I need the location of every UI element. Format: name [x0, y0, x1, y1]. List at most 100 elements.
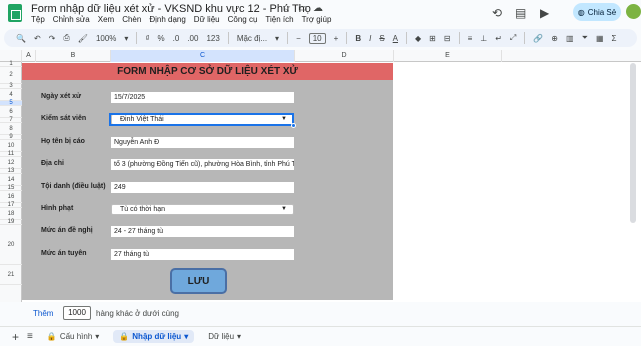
menu-format[interactable]: Định dạng	[149, 15, 185, 24]
sheet-tab-bar: + ≡ 🔒 Cấu hình ▾ 🔒 Nhập dữ liệu ▾ Dữ liệ…	[0, 326, 641, 346]
verdict-field[interactable]: 27 tháng tù	[111, 249, 294, 260]
charge-field[interactable]: 249	[111, 182, 294, 193]
increase-decimal-button[interactable]: .00	[187, 34, 198, 43]
row-header-21[interactable]: 21	[0, 265, 22, 285]
horizontal-align-icon[interactable]: ≡	[468, 34, 473, 43]
add-rows-suffix: hàng khác ở dưới cùng	[96, 309, 180, 318]
defendant-name-field[interactable]: Nguyễn Anh Đ	[111, 137, 294, 148]
row-header-2[interactable]: 2	[0, 67, 22, 84]
star-icon[interactable]: ☆	[282, 3, 291, 14]
meet-video-icon[interactable]: ▶	[540, 6, 549, 20]
menu-data[interactable]: Dữ liệu	[194, 15, 220, 24]
column-header-d[interactable]: D	[295, 50, 394, 62]
field-label-prosecutor: Kiểm sát viên	[41, 115, 87, 122]
borders-icon[interactable]: ⊞	[429, 34, 436, 43]
menu-edit[interactable]: Chỉnh sửa	[53, 15, 90, 24]
text-wrap-icon[interactable]: ↵	[495, 34, 502, 43]
field-label-verdict: Mức án tuyên	[41, 250, 87, 257]
sheet-tab-label: Dữ liệu	[208, 332, 235, 341]
sheet-tab-data-entry[interactable]: 🔒 Nhập dữ liệu ▾	[113, 330, 195, 343]
paint-format-icon[interactable]: 🖌	[78, 34, 88, 43]
menu-extensions[interactable]: Tiện ích	[265, 15, 293, 24]
save-button[interactable]: LƯU	[170, 268, 227, 294]
form-title: FORM NHẬP CƠ SỞ DỮ LIỆU XÉT XỬ	[22, 63, 393, 80]
penalty-dropdown[interactable]: Tù có thời hạn ▼	[111, 204, 294, 215]
proposed-sentence-field[interactable]: 24 - 27 tháng tù	[111, 226, 294, 237]
text-rotation-icon[interactable]: ⤢	[510, 33, 516, 43]
column-header-f[interactable]	[502, 50, 641, 62]
add-sheet-icon[interactable]: +	[12, 330, 19, 344]
document-title[interactable]: Form nhập dữ liệu xét xử - VKSND khu vực…	[31, 3, 311, 15]
all-sheets-icon[interactable]: ≡	[27, 331, 33, 342]
merge-cells-icon[interactable]: ⊟	[444, 34, 451, 43]
functions-icon[interactable]: Σ	[612, 34, 617, 43]
column-header: A B C D E	[0, 50, 641, 62]
field-label-charge: Tội danh (điều luật)	[41, 183, 106, 190]
column-header-a[interactable]: A	[22, 50, 36, 62]
toolbar: 🔍 ↶ ↷ ⎙ 🖌 100% ▾ ₫ % .0 .00 123 Mặc đị..…	[4, 29, 637, 47]
chevron-down-icon: ▾	[184, 332, 189, 341]
menu-view[interactable]: Xem	[98, 15, 114, 24]
fill-handle[interactable]	[291, 123, 296, 128]
sheet-tab-data[interactable]: Dữ liệu ▾	[202, 330, 247, 343]
currency-format-button[interactable]: ₫	[145, 34, 149, 43]
filter-icon[interactable]: ⏷	[582, 33, 588, 43]
insert-link-icon[interactable]: 🔗	[533, 34, 543, 43]
chevron-down-icon: ▾	[95, 332, 100, 341]
column-header-c[interactable]: C	[111, 50, 295, 62]
row-header-20[interactable]: 20	[0, 225, 22, 265]
row-header: 1 2 3 4 5 6 7 8 9 10 11 12 13 14 15 16 17 18 19 20 21	[0, 61, 22, 302]
title-bar: Form nhập dữ liệu xét xử - VKSND khu vực…	[0, 0, 641, 26]
share-button[interactable]: ◍ Chia Sẻ	[573, 3, 621, 21]
bold-icon[interactable]: B	[355, 34, 361, 43]
number-format-button[interactable]: 123	[206, 34, 219, 43]
insert-comment-icon[interactable]: ⊕	[551, 34, 558, 43]
cloud-status-icon[interactable]: ☁	[313, 3, 323, 14]
history-icon[interactable]: ⟲	[492, 6, 502, 20]
chevron-down-icon: ▾	[237, 332, 242, 341]
sheet-grid: A B C D E 1 2 3 4 5 6 7 8 9 10 11 12 13 14 15 16 17 18 19 2…	[0, 50, 641, 302]
move-folder-icon[interactable]: ▭	[298, 3, 307, 14]
address-field[interactable]: tổ 3 (phường Đồng Tiến cũ), phường Hòa B…	[111, 159, 294, 170]
lock-icon: 🔒	[119, 332, 130, 341]
column-header-e[interactable]: E	[394, 50, 502, 62]
menu-insert[interactable]: Chèn	[122, 15, 141, 24]
toolbar-divider	[227, 32, 229, 44]
globe-icon: ◍	[577, 7, 585, 17]
toolbar-divider	[524, 32, 526, 44]
avatar[interactable]	[626, 4, 641, 19]
vertical-scrollbar[interactable]	[630, 63, 636, 223]
menu-file[interactable]: Tệp	[31, 15, 45, 24]
undo-icon[interactable]: ↶	[34, 34, 41, 43]
comment-icon[interactable]: ▤	[515, 6, 526, 20]
add-rows-button[interactable]: Thêm	[33, 309, 53, 318]
column-header-b[interactable]: B	[36, 50, 111, 62]
sheets-logo-icon[interactable]	[8, 4, 22, 22]
chevron-down-icon: ▾	[124, 33, 129, 43]
field-label-proposed-sentence: Mức án đề nghị	[41, 227, 93, 234]
add-rows-count-input[interactable]: 1000	[63, 306, 91, 320]
fill-color-icon[interactable]: ◆	[415, 34, 421, 43]
percent-format-button[interactable]: %	[158, 34, 165, 43]
font-size-decrease-button[interactable]: −	[296, 34, 301, 43]
date-field[interactable]: 15/7/2025	[111, 92, 294, 103]
text-color-icon[interactable]: A	[393, 34, 398, 43]
sheet-tab-config[interactable]: 🔒 Cấu hình ▾	[41, 330, 105, 343]
filter-views-icon[interactable]: ▦	[596, 34, 604, 43]
toolbar-divider	[406, 32, 408, 44]
font-select[interactable]: Mặc đị...	[237, 34, 267, 43]
decrease-decimal-button[interactable]: .0	[173, 34, 180, 43]
italic-icon[interactable]: I	[369, 34, 371, 43]
redo-icon[interactable]: ↷	[49, 34, 56, 43]
print-icon[interactable]: ⎙	[63, 33, 69, 43]
field-label-penalty: Hình phạt	[41, 205, 74, 212]
insert-chart-icon[interactable]: ▥	[566, 34, 574, 43]
vertical-align-icon[interactable]: ⊥	[480, 34, 487, 43]
menu-tools[interactable]: Công cụ	[228, 15, 258, 24]
font-size-increase-button[interactable]: +	[334, 34, 339, 43]
strikethrough-icon[interactable]: S	[379, 34, 384, 43]
search-menus-icon[interactable]: 🔍	[16, 34, 26, 43]
zoom-select[interactable]: 100%	[96, 34, 116, 43]
menu-help[interactable]: Trợ giúp	[302, 15, 332, 24]
font-size-input[interactable]: 10	[308, 32, 326, 44]
